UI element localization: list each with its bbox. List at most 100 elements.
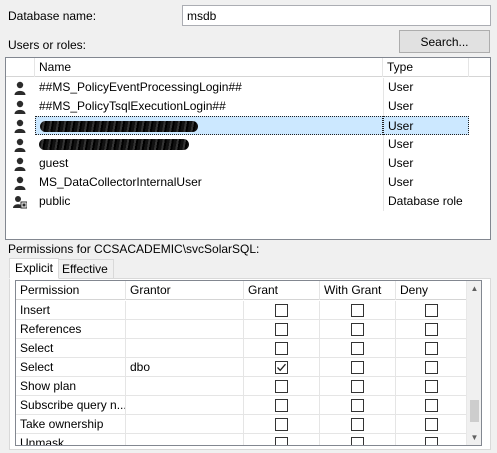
permission-name-cell: Unmask [16, 434, 126, 445]
grant-checkbox[interactable] [275, 418, 288, 431]
permission-row[interactable]: Insert [16, 301, 468, 320]
grant-cell [244, 396, 320, 415]
permissions-scrollbar[interactable]: ▲ ▼ [466, 281, 481, 445]
user-name-cell[interactable]: public [35, 192, 383, 211]
user-type-cell[interactable]: User [383, 135, 469, 154]
grant-cell [244, 320, 320, 339]
with-grant-checkbox[interactable] [351, 342, 364, 355]
grant-cell [244, 301, 320, 320]
users-roles-grid[interactable]: Name Type ##MS_PolicyEventProcessingLogi… [5, 57, 491, 240]
database-name-label: Database name: [8, 9, 97, 23]
grantor-cell [126, 377, 244, 396]
deny-checkbox[interactable] [425, 304, 438, 317]
tab-effective[interactable]: Effective [56, 259, 114, 279]
users-roles-label: Users or roles: [8, 38, 87, 52]
user-name-cell[interactable]: ##MS_PolicyEventProcessingLogin## [35, 78, 383, 97]
deny-checkbox[interactable] [425, 437, 438, 445]
permission-name-cell: References [16, 320, 126, 339]
grant-column-header[interactable]: Grant [244, 281, 320, 300]
permission-name-cell: Show plan [16, 377, 126, 396]
deny-cell [396, 415, 468, 434]
deny-cell [396, 396, 468, 415]
permission-row[interactable]: Show plan [16, 377, 468, 396]
user-icon [6, 97, 34, 116]
deny-cell [396, 377, 468, 396]
deny-checkbox[interactable] [425, 323, 438, 336]
user-type-cell[interactable]: User [383, 97, 469, 116]
grantor-cell [126, 434, 244, 445]
scroll-up-icon[interactable]: ▲ [467, 281, 481, 296]
user-row[interactable]: ##MS_PolicyTsqlExecutionLogin## User [6, 97, 490, 116]
scroll-down-icon[interactable]: ▼ [467, 430, 481, 445]
with-grant-checkbox[interactable] [351, 304, 364, 317]
user-type-cell[interactable]: User [383, 78, 469, 97]
user-name-cell[interactable] [35, 116, 383, 135]
user-type-cell[interactable]: User [383, 154, 469, 173]
with-grant-checkbox[interactable] [351, 418, 364, 431]
search-button[interactable]: Search... [399, 30, 490, 53]
deny-checkbox[interactable] [425, 342, 438, 355]
permission-row[interactable]: Take ownership [16, 415, 468, 434]
with-grant-cell [320, 415, 396, 434]
scrollbar-thumb[interactable] [470, 400, 479, 422]
user-name-cell[interactable] [35, 135, 383, 154]
user-icon [6, 173, 34, 192]
user-type-cell[interactable]: Database role [383, 192, 469, 211]
deny-checkbox[interactable] [425, 361, 438, 374]
grantor-cell [126, 396, 244, 415]
deny-checkbox[interactable] [425, 399, 438, 412]
grantor-column-header[interactable]: Grantor [126, 281, 244, 300]
grant-cell [244, 434, 320, 445]
name-column-header[interactable]: Name [35, 58, 383, 77]
database-name-field[interactable]: msdb [182, 5, 491, 26]
grant-checkbox[interactable] [275, 399, 288, 412]
user-row[interactable]: MS_DataCollectorInternalUser User [6, 173, 490, 192]
deny-cell [396, 301, 468, 320]
grant-checkbox[interactable] [275, 437, 288, 445]
permissions-for-label: Permissions for CCSACADEMIC\svcSolarSQL: [8, 242, 260, 256]
grantor-cell [126, 301, 244, 320]
grant-checkbox[interactable] [275, 342, 288, 355]
permission-row[interactable]: Select [16, 339, 468, 358]
type-column-header[interactable]: Type [383, 58, 469, 77]
with-grant-checkbox[interactable] [351, 323, 364, 336]
deny-checkbox[interactable] [425, 418, 438, 431]
grant-checkbox[interactable] [275, 323, 288, 336]
permission-row[interactable]: Unmask [16, 434, 468, 445]
permission-row[interactable]: Select dbo [16, 358, 468, 377]
with-grant-checkbox[interactable] [351, 361, 364, 374]
user-icon [6, 154, 34, 173]
user-type-cell[interactable]: User [383, 116, 469, 135]
permission-name-cell: Take ownership [16, 415, 126, 434]
user-name-cell[interactable]: MS_DataCollectorInternalUser [35, 173, 383, 192]
user-type-cell[interactable]: User [383, 173, 469, 192]
with-grant-checkbox[interactable] [351, 437, 364, 445]
permission-row[interactable]: Subscribe query n... [16, 396, 468, 415]
with-grant-column-header[interactable]: With Grant [320, 281, 396, 300]
user-name-cell[interactable]: ##MS_PolicyTsqlExecutionLogin## [35, 97, 383, 116]
user-row[interactable]: User [6, 116, 490, 135]
grant-checkbox[interactable] [275, 361, 288, 374]
icon-column-header [6, 58, 35, 77]
user-icon [6, 78, 34, 97]
permissions-grid[interactable]: Permission Grantor Grant With Grant Deny… [15, 280, 482, 446]
grant-checkbox[interactable] [275, 380, 288, 393]
grant-checkbox[interactable] [275, 304, 288, 317]
with-grant-checkbox[interactable] [351, 399, 364, 412]
user-row[interactable]: ##MS_PolicyEventProcessingLogin## User [6, 78, 490, 97]
permission-column-header[interactable]: Permission [16, 281, 126, 300]
user-row[interactable]: public Database role [6, 192, 490, 211]
user-name-cell[interactable]: guest [35, 154, 383, 173]
permission-row[interactable]: References [16, 320, 468, 339]
with-grant-cell [320, 434, 396, 445]
grant-cell [244, 339, 320, 358]
user-icon [6, 135, 34, 154]
redaction-scribble [39, 139, 189, 150]
user-row[interactable]: User [6, 135, 490, 154]
deny-column-header[interactable]: Deny [396, 281, 468, 300]
deny-checkbox[interactable] [425, 380, 438, 393]
tab-explicit[interactable]: Explicit [9, 258, 60, 279]
with-grant-checkbox[interactable] [351, 380, 364, 393]
user-row[interactable]: guest User [6, 154, 490, 173]
deny-cell [396, 434, 468, 445]
